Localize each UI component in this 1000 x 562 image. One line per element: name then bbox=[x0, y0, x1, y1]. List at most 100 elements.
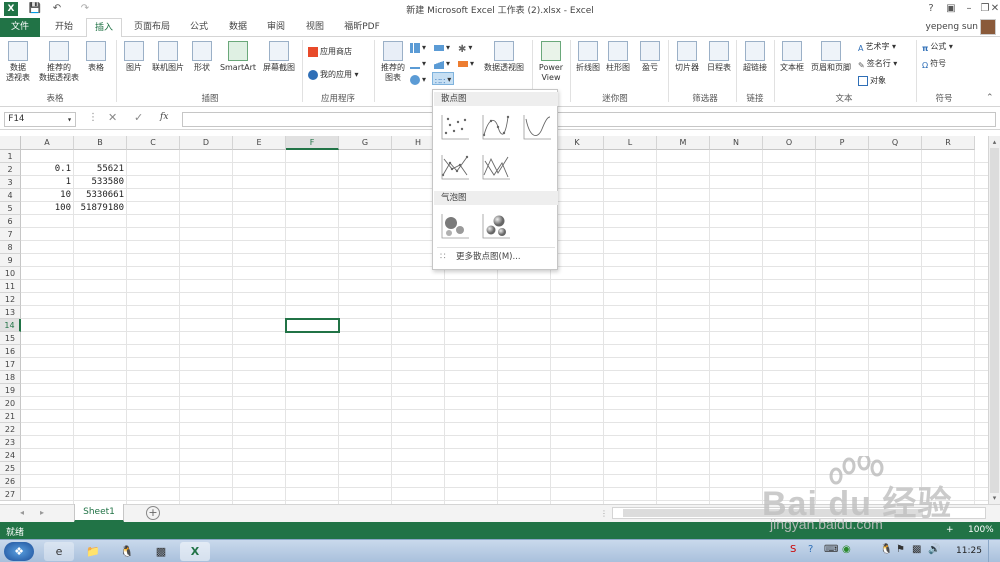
tray-app-icon[interactable]: ◉ bbox=[842, 544, 851, 555]
scatter-straight-lines[interactable] bbox=[480, 152, 512, 182]
column-header-b[interactable]: B bbox=[74, 136, 127, 150]
app-icon[interactable]: ▩ bbox=[146, 542, 176, 561]
scroll-thumb[interactable] bbox=[990, 148, 999, 493]
avatar[interactable] bbox=[980, 19, 996, 35]
smartart-button[interactable]: SmartArt bbox=[218, 41, 258, 73]
screenshot-button[interactable]: 屏幕截图 bbox=[260, 41, 298, 73]
cell-a4[interactable]: 10 bbox=[21, 189, 74, 202]
row-header-2[interactable]: 2 bbox=[0, 163, 21, 176]
row-header-19[interactable]: 19 bbox=[0, 384, 21, 397]
scroll-sheets-left-icon[interactable]: ◂ bbox=[20, 508, 24, 517]
tray-qq-icon[interactable]: 🐧 bbox=[880, 544, 892, 555]
timeline-button[interactable]: 日程表 bbox=[704, 41, 734, 73]
row-header-11[interactable]: 11 bbox=[0, 280, 21, 293]
tab-file[interactable]: 文件 bbox=[0, 18, 40, 37]
column-header-m[interactable]: M bbox=[657, 136, 710, 150]
row-header-6[interactable]: 6 bbox=[0, 215, 21, 228]
vertical-scrollbar[interactable]: ▴ ▾ bbox=[988, 136, 1000, 506]
tab-review[interactable]: 审阅 bbox=[258, 18, 294, 37]
row-header-23[interactable]: 23 bbox=[0, 436, 21, 449]
header-footer-button[interactable]: 页眉和页脚 bbox=[808, 41, 854, 73]
cancel-icon[interactable]: ✕ bbox=[108, 111, 117, 124]
more-scatter-charts-item[interactable]: ∷ 更多散点图(M)... bbox=[436, 250, 556, 264]
hyperlink-button[interactable]: 超链接 bbox=[740, 41, 770, 73]
table-button[interactable]: 表格 bbox=[84, 41, 108, 73]
column-header-k[interactable]: K bbox=[551, 136, 604, 150]
scatter-smooth-lines[interactable] bbox=[521, 112, 553, 142]
tab-data[interactable]: 数据 bbox=[220, 18, 256, 37]
slicer-button[interactable]: 切片器 bbox=[672, 41, 702, 73]
tab-page-layout[interactable]: 页面布局 bbox=[126, 18, 178, 37]
wordart-button[interactable]: A 艺术字 ▾ bbox=[858, 40, 896, 53]
network-icon[interactable]: ▩ bbox=[912, 544, 921, 555]
pivot-table-button[interactable]: 数据 透视表 bbox=[4, 41, 32, 83]
help-tray-icon[interactable]: ? bbox=[808, 544, 813, 555]
scroll-up-icon[interactable]: ▴ bbox=[989, 138, 1000, 146]
power-view-button[interactable]: Power View bbox=[536, 41, 566, 83]
user-name[interactable]: yepeng sun bbox=[926, 22, 979, 32]
row-header-14[interactable]: 14 bbox=[0, 319, 21, 332]
name-box[interactable]: F14 ▾ bbox=[4, 112, 76, 127]
tab-home[interactable]: 开始 bbox=[44, 18, 84, 37]
textbox-button[interactable]: 文本框 bbox=[778, 41, 806, 73]
picture-button[interactable]: 图片 bbox=[122, 41, 146, 73]
area-chart-button[interactable]: ▾ bbox=[434, 57, 450, 70]
column-header-p[interactable]: P bbox=[816, 136, 869, 150]
column-header-d[interactable]: D bbox=[180, 136, 233, 150]
tab-foxit-pdf[interactable]: 福昕PDF bbox=[336, 18, 388, 37]
column-header-f[interactable]: F bbox=[286, 136, 339, 150]
row-header-12[interactable]: 12 bbox=[0, 293, 21, 306]
store-button[interactable]: 应用商店 bbox=[308, 45, 352, 58]
cell-b5[interactable]: 51879180 bbox=[74, 202, 127, 215]
row-header-10[interactable]: 10 bbox=[0, 267, 21, 280]
row-header-4[interactable]: 4 bbox=[0, 189, 21, 202]
recommended-pivot-button[interactable]: 推荐的 数据透视表 bbox=[38, 41, 80, 83]
keyboard-tray-icon[interactable]: ⌨ bbox=[824, 544, 838, 555]
collapse-ribbon-icon[interactable]: ⌃ bbox=[986, 93, 994, 103]
close-button[interactable]: ✕ bbox=[990, 1, 1000, 16]
qq-icon[interactable]: 🐧 bbox=[112, 542, 142, 561]
column-chart-button[interactable]: ▾ bbox=[410, 41, 426, 54]
column-header-g[interactable]: G bbox=[339, 136, 392, 150]
column-header-c[interactable]: C bbox=[127, 136, 180, 150]
tab-formulas[interactable]: 公式 bbox=[180, 18, 218, 37]
row-header-7[interactable]: 7 bbox=[0, 228, 21, 241]
column-header-l[interactable]: L bbox=[604, 136, 657, 150]
cell-b4[interactable]: 5330661 bbox=[74, 189, 127, 202]
equation-button[interactable]: π 公式 ▾ bbox=[922, 40, 953, 53]
row-header-24[interactable]: 24 bbox=[0, 449, 21, 462]
tab-view[interactable]: 视图 bbox=[296, 18, 334, 37]
cell-a2[interactable]: 0.1 bbox=[21, 163, 74, 176]
flag-tray-icon[interactable]: ⚑ bbox=[896, 544, 905, 555]
column-header-o[interactable]: O bbox=[763, 136, 816, 150]
cell-b3[interactable]: 533580 bbox=[74, 176, 127, 189]
add-sheet-icon[interactable]: + bbox=[146, 506, 160, 520]
sogou-icon[interactable]: S bbox=[790, 544, 796, 555]
enter-icon[interactable]: ✓ bbox=[134, 111, 143, 124]
bubble-3d-chart[interactable] bbox=[480, 211, 512, 241]
row-header-5[interactable]: 5 bbox=[0, 202, 21, 215]
active-cell-selection[interactable] bbox=[285, 318, 340, 333]
my-apps-button[interactable]: 我的应用 ▾ bbox=[308, 68, 359, 81]
sparkline-winloss-button[interactable]: 盈亏 bbox=[636, 41, 664, 73]
row-header-20[interactable]: 20 bbox=[0, 397, 21, 410]
line-chart-button[interactable]: ▾ bbox=[410, 57, 426, 70]
object-button[interactable]: 对象 bbox=[858, 74, 886, 87]
column-header-q[interactable]: Q bbox=[869, 136, 922, 150]
sparkline-line-button[interactable]: 折线图 bbox=[574, 41, 602, 73]
volume-icon[interactable]: 🔊 bbox=[928, 544, 940, 555]
row-header-16[interactable]: 16 bbox=[0, 345, 21, 358]
insert-function-icon[interactable]: fx bbox=[160, 112, 168, 122]
row-header-15[interactable]: 15 bbox=[0, 332, 21, 345]
scroll-sheets-right-icon[interactable]: ▸ bbox=[40, 508, 44, 517]
folder-icon[interactable]: 📁 bbox=[78, 542, 108, 561]
tab-insert[interactable]: 插入 bbox=[86, 18, 122, 38]
row-header-25[interactable]: 25 bbox=[0, 462, 21, 475]
recommended-charts-button[interactable]: 推荐的 图表 bbox=[378, 41, 408, 83]
signature-line-button[interactable]: ✎ 签名行 ▾ bbox=[858, 57, 897, 70]
ribbon-display-icon[interactable]: ▣ bbox=[942, 1, 960, 16]
clock[interactable]: 11:25 bbox=[956, 546, 982, 556]
row-header-18[interactable]: 18 bbox=[0, 371, 21, 384]
start-button[interactable]: ❖ bbox=[4, 542, 34, 561]
column-header-r[interactable]: R bbox=[922, 136, 975, 150]
